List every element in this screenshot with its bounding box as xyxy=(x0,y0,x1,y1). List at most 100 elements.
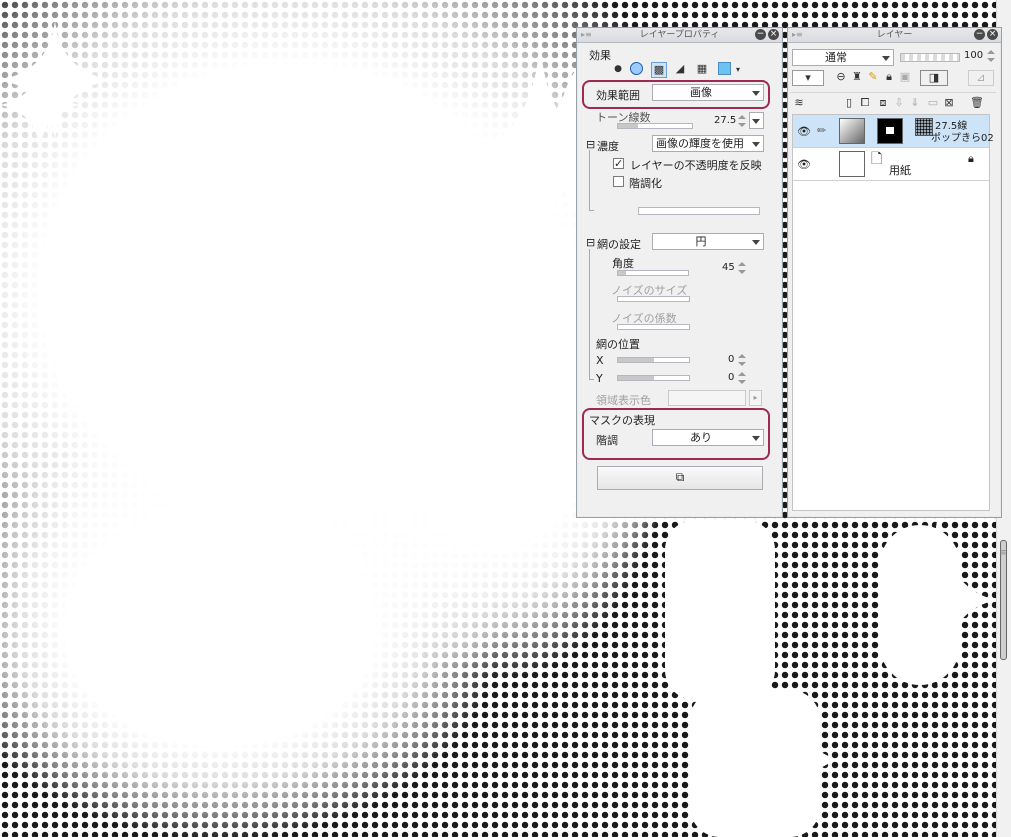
cube-icon: ⧉ xyxy=(675,470,685,484)
angle-slider[interactable] xyxy=(617,270,689,276)
layer-name-line2: ポップきら02 xyxy=(931,133,994,144)
noise-factor-slider[interactable] xyxy=(617,324,690,330)
layer-thumbnail xyxy=(839,151,865,177)
chevron-down-icon xyxy=(752,240,760,245)
area-color-swatch[interactable] xyxy=(668,390,746,406)
reference-layer-icon[interactable]: ♜ xyxy=(850,70,864,84)
close-icon[interactable]: × xyxy=(987,29,998,40)
sparkle-icon xyxy=(740,680,840,837)
layer-titlebar[interactable]: ▸≡ レイヤー − × xyxy=(788,28,1001,43)
reflect-opacity-checkbox[interactable]: ✓ xyxy=(613,158,624,169)
draft-layer-icon[interactable]: ✎ xyxy=(866,70,880,84)
pos-x-slider[interactable] xyxy=(617,357,690,363)
angle-spinner[interactable] xyxy=(737,261,746,275)
layer-property-titlebar[interactable]: ▸≡ レイヤープロパティ − × xyxy=(577,28,782,43)
tone-lines-slider[interactable] xyxy=(617,123,693,129)
tone-lines-spinner[interactable] xyxy=(737,114,746,128)
effect-section-label: 効果 xyxy=(589,49,611,62)
panel-menu-icon[interactable]: ▸≡ xyxy=(581,28,592,42)
layer-tool-row-1: ▾ ⊖ ♜ ✎ 🔒︎ ▣ ◨ ⊿ xyxy=(790,69,996,87)
scrollbar-thumb[interactable] xyxy=(1000,540,1007,660)
blend-mode-dropdown[interactable]: 通常 xyxy=(792,49,894,66)
pos-y-slider[interactable] xyxy=(617,375,690,381)
new-vector-layer-icon[interactable]: ⧠ xyxy=(858,96,872,110)
new-raster-layer-icon[interactable]: ▯ xyxy=(842,96,856,110)
layer-property-panel: ▸≡ レイヤープロパティ − × 効果 ● ▩ ◢ ▦ ▾ 効果範囲 画像 トー… xyxy=(576,27,783,518)
posterize-slider[interactable] xyxy=(638,207,760,215)
expression-color-icon[interactable]: ▾ xyxy=(792,70,824,86)
panel-menu-icon[interactable]: ▸≡ xyxy=(792,28,803,42)
paper-layer-icon: 🗋︎ xyxy=(871,151,883,167)
screen-shape-value: 円 xyxy=(695,235,707,248)
clipping-icon[interactable]: ⊖ xyxy=(834,70,848,84)
angle-value: 45 xyxy=(722,262,735,273)
minimize-icon[interactable]: − xyxy=(755,29,766,40)
gradation-dropdown[interactable]: あり xyxy=(652,429,764,446)
lock-transparent-icon[interactable]: ▣ xyxy=(898,70,912,84)
effect-range-dropdown[interactable]: 画像 xyxy=(652,84,764,101)
minimize-icon[interactable]: − xyxy=(974,29,985,40)
screen-settings-bracket xyxy=(589,249,594,380)
noise-size-slider[interactable] xyxy=(617,296,690,302)
pos-y-value: 0 xyxy=(728,372,735,383)
layer-tool-row-2: ≋ ▯ ⧠ ⧈ ⇩ ⇓ ▭ ⊠ 🗑︎ xyxy=(790,92,996,113)
screen-settings-collapse-icon[interactable]: ⊟ xyxy=(586,236,595,249)
density-dropdown[interactable]: 画像の輝度を使用 xyxy=(652,135,764,152)
white-blob-right xyxy=(665,520,775,700)
chevron-down-icon xyxy=(752,142,760,147)
brush-icon[interactable]: ✏ xyxy=(817,124,826,137)
pos-y-spinner[interactable] xyxy=(737,371,746,385)
threshold-icon[interactable]: ◢ xyxy=(673,62,687,76)
eye-icon[interactable]: 👁︎ xyxy=(797,158,811,171)
chevron-down-icon xyxy=(752,119,760,124)
effect-range-value: 画像 xyxy=(690,86,712,99)
scrollbar-grip-icon: ≡ xyxy=(999,548,1007,558)
combine-down-icon[interactable]: ⇓ xyxy=(908,96,922,110)
density-label: 濃度 xyxy=(597,140,619,153)
panel-title: レイヤープロパティ xyxy=(639,30,720,40)
extract-line-icon[interactable]: ▦ xyxy=(695,62,709,76)
chevron-down-icon xyxy=(882,56,890,61)
sparkle-icon xyxy=(880,510,997,690)
area-color-button[interactable]: ▸ xyxy=(749,390,762,406)
lock-icon[interactable]: 🔒︎ xyxy=(882,70,896,84)
density-value: 画像の輝度を使用 xyxy=(656,137,744,150)
density-bracket xyxy=(589,150,594,211)
tone-3d-button[interactable]: ⧉ xyxy=(597,466,763,490)
pos-x-spinner[interactable] xyxy=(737,353,746,367)
watercolor-edge-icon[interactable] xyxy=(629,62,643,76)
layer-color-icon[interactable] xyxy=(717,62,731,76)
screen-shape-dropdown[interactable]: 円 xyxy=(652,233,764,250)
pos-x-label: X xyxy=(596,354,604,367)
mask-add-icon[interactable]: ▭ xyxy=(926,96,940,110)
ruler-icon[interactable]: ⊿ xyxy=(968,70,994,86)
opacity-slider[interactable] xyxy=(900,53,960,62)
apply-mask-icon[interactable]: ⊠ xyxy=(942,96,956,110)
layer-row-tone[interactable]: 👁︎ ✏ 27.5線 ポップきら02 xyxy=(793,115,994,148)
tone-lines-dropdown[interactable] xyxy=(749,112,764,129)
tone-lines-value: 27.5 xyxy=(714,115,737,126)
opacity-spinner[interactable] xyxy=(986,49,995,63)
panel-title: レイヤー xyxy=(876,30,913,40)
effect-icons-row: ● ▩ ◢ ▦ ▾ xyxy=(607,62,767,78)
reflect-opacity-label: レイヤーの不透明度を反映 xyxy=(630,159,762,172)
new-folder-icon[interactable]: ⧈ xyxy=(876,96,890,110)
eye-icon[interactable]: 👁︎ xyxy=(797,125,811,138)
layer-list: 👁︎ ✏ 27.5線 ポップきら02 👁︎ 🗋︎ 用紙 🔒︎ xyxy=(792,114,994,511)
layer-mask-thumbnail xyxy=(877,118,903,144)
chevron-down-icon xyxy=(752,436,760,441)
posterize-checkbox[interactable] xyxy=(613,176,624,187)
posterize-label: 階調化 xyxy=(629,177,662,190)
chevron-down-icon xyxy=(752,91,760,96)
lock-icon[interactable]: 🔒︎ xyxy=(968,152,974,166)
mask-enable-icon[interactable]: ◨ xyxy=(920,70,948,86)
transfer-down-icon[interactable]: ⇩ xyxy=(892,96,906,110)
tone-icon[interactable]: ▩ xyxy=(651,62,667,78)
gradation-value: あり xyxy=(690,431,712,444)
layer-color-dropdown-icon[interactable]: ▾ xyxy=(731,63,745,77)
border-effect-icon[interactable]: ● xyxy=(611,62,625,76)
layers-stack-icon[interactable]: ≋ xyxy=(792,96,806,110)
delete-layer-icon[interactable]: 🗑︎ xyxy=(970,96,984,110)
close-icon[interactable]: × xyxy=(768,29,779,40)
layer-row-paper[interactable]: 👁︎ 🗋︎ 用紙 🔒︎ xyxy=(793,148,989,181)
